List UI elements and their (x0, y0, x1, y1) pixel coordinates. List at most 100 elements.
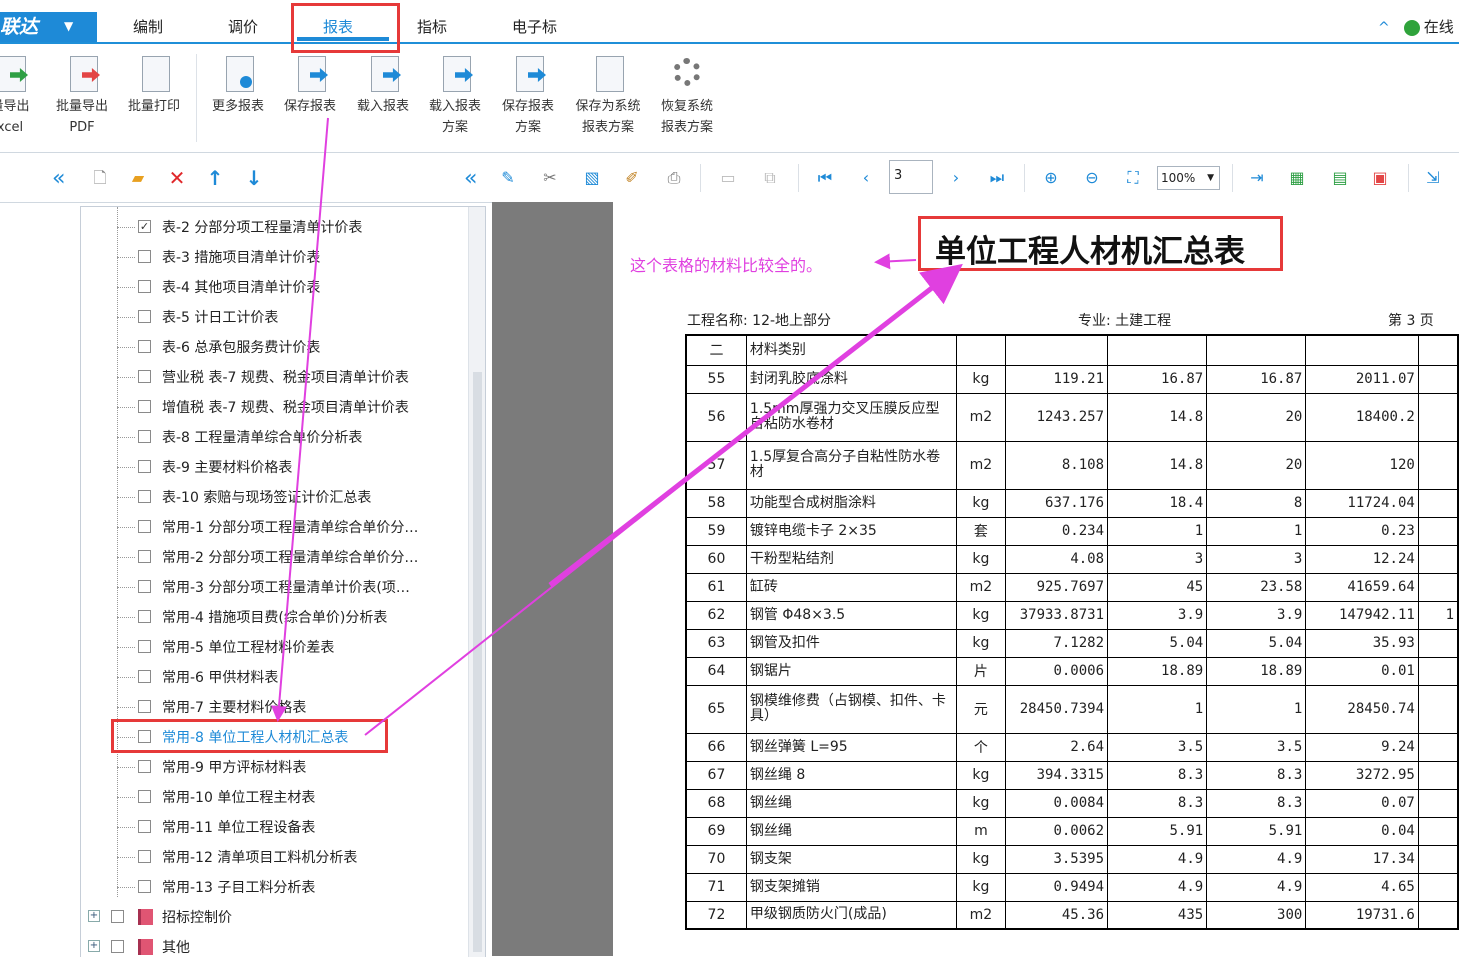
more-reports-button[interactable]: 更多报表 (202, 54, 274, 117)
new-folder-icon[interactable]: ▰ (128, 168, 148, 188)
checkbox[interactable] (138, 610, 151, 623)
tree-group-tender-control[interactable]: + 招标控制价 (81, 902, 467, 932)
tree-item[interactable]: 常用-5 单位工程材料价差表 (81, 632, 467, 662)
load-report-scheme-button[interactable]: 载入报表 方案 (419, 54, 491, 138)
checkbox[interactable] (138, 580, 151, 593)
export-sheet-icon[interactable]: ▤ (1330, 168, 1350, 188)
checkbox[interactable] (138, 400, 151, 413)
checkbox[interactable] (138, 490, 151, 503)
tree-item[interactable]: 常用-3 分部分项工程量清单计价表(项… (81, 572, 467, 602)
checkbox[interactable] (111, 910, 124, 923)
export-pdf-icon[interactable]: ▣ (1370, 168, 1390, 188)
new-report-icon[interactable]: 🗋 (90, 168, 110, 188)
edit-report-icon[interactable]: ✎ (498, 168, 518, 188)
move-up-icon[interactable]: ↑ (205, 168, 225, 188)
tree-item[interactable]: 常用-11 单位工程设备表 (81, 812, 467, 842)
fit-page-icon[interactable]: ⛶ (1123, 168, 1143, 188)
single-page-icon[interactable]: ▭ (718, 168, 738, 188)
checkbox[interactable] (138, 520, 151, 533)
tab-index[interactable]: 指标 (417, 16, 447, 38)
load-report-button[interactable]: 载入报表 (347, 54, 419, 117)
tree-item[interactable]: 营业税 表-7 规费、税金项目清单计价表 (81, 362, 467, 392)
next-page-icon[interactable]: › (946, 168, 966, 188)
zoom-select[interactable]: 100% ▼ (1157, 166, 1220, 190)
expand-icon[interactable]: + (88, 940, 100, 952)
tree-item[interactable]: 表-5 计日工计价表 (81, 302, 467, 332)
tree-item[interactable]: 表-6 总承包服务费计价表 (81, 332, 467, 362)
save-report-scheme-button[interactable]: 保存报表 方案 (492, 54, 564, 138)
restore-system-scheme-button[interactable]: 恢复系统 报表方案 (651, 54, 723, 138)
tree-item[interactable]: 常用-8 单位工程人材机汇总表 (81, 722, 467, 752)
expand-icon[interactable]: + (88, 910, 100, 922)
tree-item[interactable]: 表-10 索赔与现场签证计价汇总表 (81, 482, 467, 512)
tree-item[interactable]: 常用-12 清单项目工料机分析表 (81, 842, 467, 872)
first-page-icon[interactable]: ⏮ (815, 168, 835, 188)
app-brand-menu[interactable]: 联达 ▼ (0, 12, 97, 42)
batch-export-pdf-button[interactable]: 批量导出 PDF (46, 54, 118, 138)
tree-group-other[interactable]: + 其他 (81, 932, 467, 957)
delete-icon[interactable]: ✕ (167, 168, 187, 188)
zoom-in-icon[interactable]: ⊕ (1041, 168, 1061, 188)
tab-report[interactable]: 报表 (323, 16, 353, 38)
batch-export-excel-button[interactable]: 量导出 xcel (0, 54, 46, 138)
collapse-tree-icon[interactable]: « (464, 166, 477, 191)
save-as-system-scheme-button[interactable]: 保存为系统 报表方案 (568, 54, 648, 138)
checkbox[interactable] (138, 460, 151, 473)
checkbox[interactable] (138, 730, 151, 743)
tree-item[interactable]: 常用-1 分部分项工程量清单综合单价分… (81, 512, 467, 542)
move-down-icon[interactable]: ↓ (244, 168, 264, 188)
tree-item[interactable]: 增值税 表-7 规费、税金项目清单计价表 (81, 392, 467, 422)
checkbox[interactable] (138, 790, 151, 803)
design-tool-icon[interactable]: ✂ (540, 168, 560, 188)
tree-item[interactable]: 常用-13 子目工料分析表 (81, 872, 467, 902)
checkbox[interactable] (138, 430, 151, 443)
export-excel-icon[interactable]: ▦ (1287, 168, 1307, 188)
print-icon[interactable]: ⎙ (664, 168, 684, 188)
tree-item[interactable]: 常用-7 主要材料价格表 (81, 692, 467, 722)
zoom-out-icon[interactable]: ⊖ (1082, 168, 1102, 188)
tab-edit[interactable]: 编制 (133, 16, 163, 38)
export-icon[interactable]: ⇥ (1247, 168, 1267, 188)
checkbox[interactable] (138, 250, 151, 263)
page-number-input[interactable]: 3 (889, 160, 933, 194)
checkbox[interactable] (138, 640, 151, 653)
checkbox[interactable] (138, 760, 151, 773)
checkbox[interactable] (138, 670, 151, 683)
tree-item[interactable]: 表-8 工程量清单综合单价分析表 (81, 422, 467, 452)
tree-item[interactable]: 常用-10 单位工程主材表 (81, 782, 467, 812)
checkbox[interactable] (138, 280, 151, 293)
scrollbar-thumb[interactable] (473, 372, 482, 952)
checkbox[interactable] (138, 370, 151, 383)
tree-item[interactable]: 常用-9 甲方评标材料表 (81, 752, 467, 782)
tree-item[interactable]: 常用-4 措施项目费(综合单价)分析表 (81, 602, 467, 632)
edit-icon[interactable]: ✐ (622, 168, 642, 188)
tree-item[interactable]: 表-4 其他项目清单计价表 (81, 272, 467, 302)
batch-print-button[interactable]: 批量打印 (118, 54, 190, 117)
checkbox[interactable] (138, 700, 151, 713)
checkbox[interactable] (138, 550, 151, 563)
page-setup-icon[interactable]: ▧ (582, 168, 602, 188)
checkbox[interactable] (138, 310, 151, 323)
tree-item[interactable]: 表-3 措施项目清单计价表 (81, 242, 467, 272)
multi-page-icon[interactable]: ⧉ (760, 168, 780, 188)
checkbox[interactable] (138, 880, 151, 893)
tree-item[interactable]: ✓ 表-2 分部分项工程量清单计价表 (81, 212, 467, 242)
export-more-icon[interactable]: ⇲ (1423, 168, 1443, 188)
tab-electronic-bid[interactable]: 电子标 (512, 16, 557, 38)
checkbox[interactable] (138, 820, 151, 833)
tree-item[interactable]: 常用-2 分部分项工程量清单综合单价分… (81, 542, 467, 572)
checkbox[interactable] (111, 940, 124, 953)
checkbox[interactable]: ✓ (138, 220, 151, 233)
online-status[interactable]: ^ 在线 (1378, 16, 1454, 37)
checkbox[interactable] (138, 850, 151, 863)
tab-adjust-price[interactable]: 调价 (228, 16, 258, 38)
last-page-icon[interactable]: ⏭ (987, 168, 1007, 188)
collapse-panel-icon[interactable]: « (52, 166, 65, 191)
collapse-ribbon-icon[interactable]: ^ (1378, 20, 1390, 36)
checkbox[interactable] (138, 340, 151, 353)
tree-scrollbar[interactable] (468, 207, 485, 957)
save-report-button[interactable]: 保存报表 (274, 54, 346, 117)
tree-item[interactable]: 表-9 主要材料价格表 (81, 452, 467, 482)
tree-item[interactable]: 常用-6 甲供材料表 (81, 662, 467, 692)
prev-page-icon[interactable]: ‹ (856, 168, 876, 188)
